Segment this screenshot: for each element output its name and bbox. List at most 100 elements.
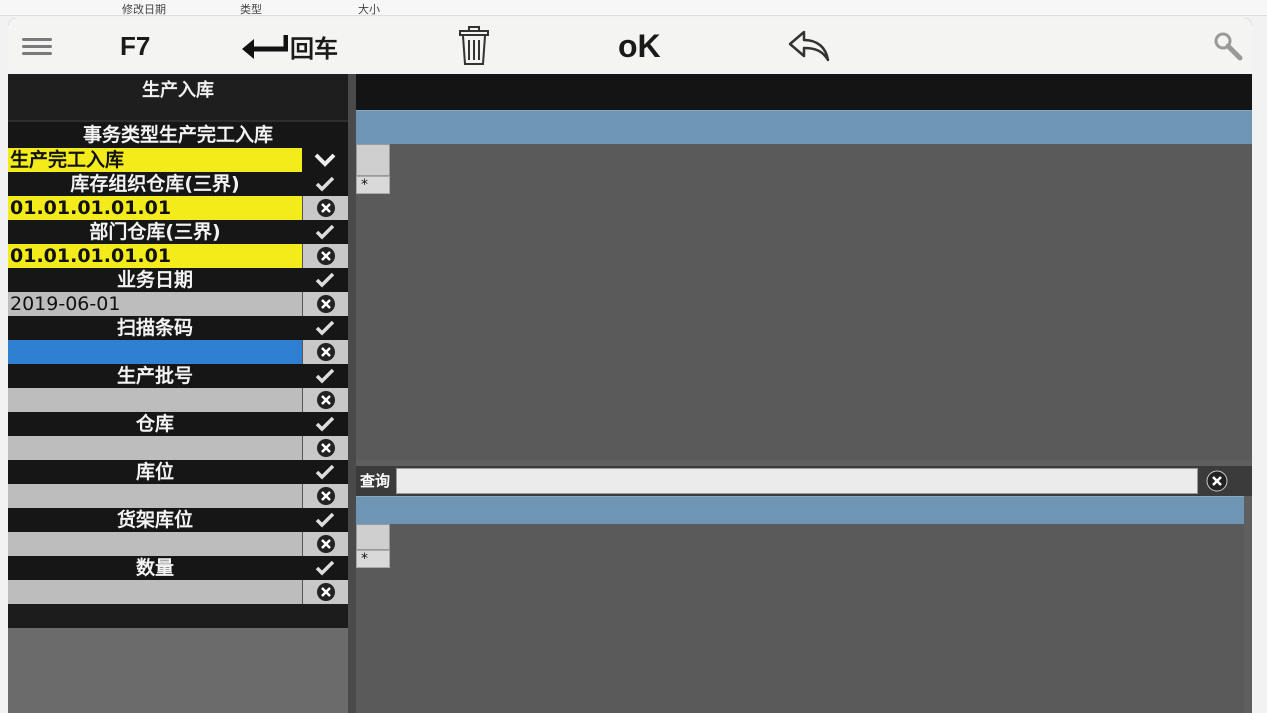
transaction-type-field[interactable]: 生产完工入库 (8, 148, 302, 172)
field-label: 生产批号 (8, 364, 302, 388)
field-label: 库存组织仓库(三界) (8, 172, 302, 196)
confirm-button[interactable] (302, 556, 348, 580)
clear-icon (316, 247, 335, 265)
app-window: F7 回车 oK 生产入库 事务类型生产完工入库 生产完工入库 库存组织仓库(三… (8, 18, 1252, 713)
panel-empty-area (8, 628, 348, 713)
scan-barcode-field[interactable] (8, 340, 302, 364)
query-clear-button[interactable] (1206, 470, 1228, 492)
clear-button[interactable] (302, 196, 348, 220)
enter-arrow-icon (242, 35, 288, 59)
check-icon (315, 416, 335, 432)
field-header: 仓库 (8, 412, 348, 436)
department-warehouse-field[interactable]: 01.01.01.01.01 (8, 244, 302, 268)
field-header: 库存组织仓库(三界) (8, 172, 348, 196)
top-grid[interactable]: * (356, 144, 1252, 460)
right-header-bar (356, 74, 1252, 110)
confirm-button[interactable] (302, 364, 348, 388)
field-label: 数量 (8, 556, 302, 580)
new-row-marker[interactable]: * (356, 550, 390, 568)
enter-label: 回车 (290, 34, 338, 63)
field-header: 业务日期 (8, 268, 348, 292)
field-header: 数量 (8, 556, 348, 580)
query-input[interactable] (396, 468, 1198, 494)
field-row (8, 340, 348, 364)
confirm-button[interactable] (302, 460, 348, 484)
clear-icon (316, 295, 335, 313)
confirm-button[interactable] (302, 316, 348, 340)
clear-button[interactable] (302, 436, 348, 460)
query-label: 查询 (360, 472, 391, 490)
clear-button[interactable] (302, 580, 348, 604)
ok-button[interactable]: oK (618, 18, 661, 74)
clear-icon (316, 583, 335, 601)
field-label: 扫描条码 (8, 316, 302, 340)
field-row: 2019-06-01 (8, 292, 348, 316)
search-icon[interactable] (1212, 18, 1244, 74)
col-modified-date[interactable]: 修改日期 (122, 1, 166, 17)
clear-icon (1206, 470, 1228, 492)
field-label: 部门仓库(三界) (8, 220, 302, 244)
field-header: 扫描条码 (8, 316, 348, 340)
inventory-org-field[interactable]: 01.01.01.01.01 (8, 196, 302, 220)
confirm-button[interactable] (302, 220, 348, 244)
col-type[interactable]: 类型 (240, 1, 262, 17)
chevron-down-icon (314, 153, 336, 167)
confirm-button[interactable] (302, 268, 348, 292)
grid-row-header[interactable] (356, 524, 390, 550)
clear-button[interactable] (302, 340, 348, 364)
field-label: 业务日期 (8, 268, 302, 292)
clear-icon (316, 343, 335, 361)
confirm-button[interactable] (302, 172, 348, 196)
check-icon (315, 272, 335, 288)
menu-icon[interactable] (22, 18, 54, 74)
bottom-grid-header (356, 496, 1244, 524)
field-label: 仓库 (8, 412, 302, 436)
field-row (8, 532, 348, 556)
clear-button[interactable] (302, 532, 348, 556)
clear-button[interactable] (302, 484, 348, 508)
business-date-field[interactable]: 2019-06-01 (8, 292, 302, 316)
col-size[interactable]: 大小 (358, 1, 380, 17)
enter-button[interactable]: 回车 (240, 18, 338, 74)
field-label: 库位 (8, 460, 302, 484)
field-header: 部门仓库(三界) (8, 220, 348, 244)
panel-title: 生产入库 (8, 74, 348, 122)
location-field[interactable] (8, 484, 302, 508)
confirm-button[interactable] (302, 412, 348, 436)
delete-button[interactable] (458, 18, 490, 74)
clear-icon (316, 199, 335, 217)
trash-icon (459, 26, 489, 65)
field-header: 货架库位 (8, 508, 348, 532)
field-row: 01.01.01.01.01 (8, 196, 348, 220)
toolbar: F7 回车 oK (8, 18, 1252, 74)
confirm-button[interactable] (302, 508, 348, 532)
warehouse-field[interactable] (8, 436, 302, 460)
panel-splitter[interactable] (348, 74, 356, 713)
f7-button[interactable]: F7 (120, 18, 150, 74)
batch-number-field[interactable] (8, 388, 302, 412)
undo-icon (788, 30, 830, 62)
clear-icon (316, 535, 335, 553)
clear-icon (316, 487, 335, 505)
f7-label: F7 (120, 30, 151, 61)
clear-button[interactable] (302, 388, 348, 412)
dropdown-button[interactable] (302, 148, 348, 172)
field-row (8, 388, 348, 412)
quantity-field[interactable] (8, 580, 302, 604)
ok-label: oK (618, 27, 661, 64)
undo-button[interactable] (786, 18, 830, 74)
shelf-location-field[interactable] (8, 532, 302, 556)
check-icon (315, 512, 335, 528)
grid-row-header[interactable] (356, 144, 390, 176)
field-row (8, 580, 348, 604)
field-header: 生产批号 (8, 364, 348, 388)
check-icon (315, 320, 335, 336)
field-row (8, 484, 348, 508)
new-row-marker[interactable]: * (356, 176, 390, 194)
bottom-grid[interactable]: * (356, 524, 1244, 713)
check-icon (315, 176, 335, 192)
clear-button[interactable] (302, 244, 348, 268)
field-row: 生产完工入库 (8, 148, 348, 172)
clear-button[interactable] (302, 292, 348, 316)
field-label: 事务类型生产完工入库 (8, 122, 348, 148)
